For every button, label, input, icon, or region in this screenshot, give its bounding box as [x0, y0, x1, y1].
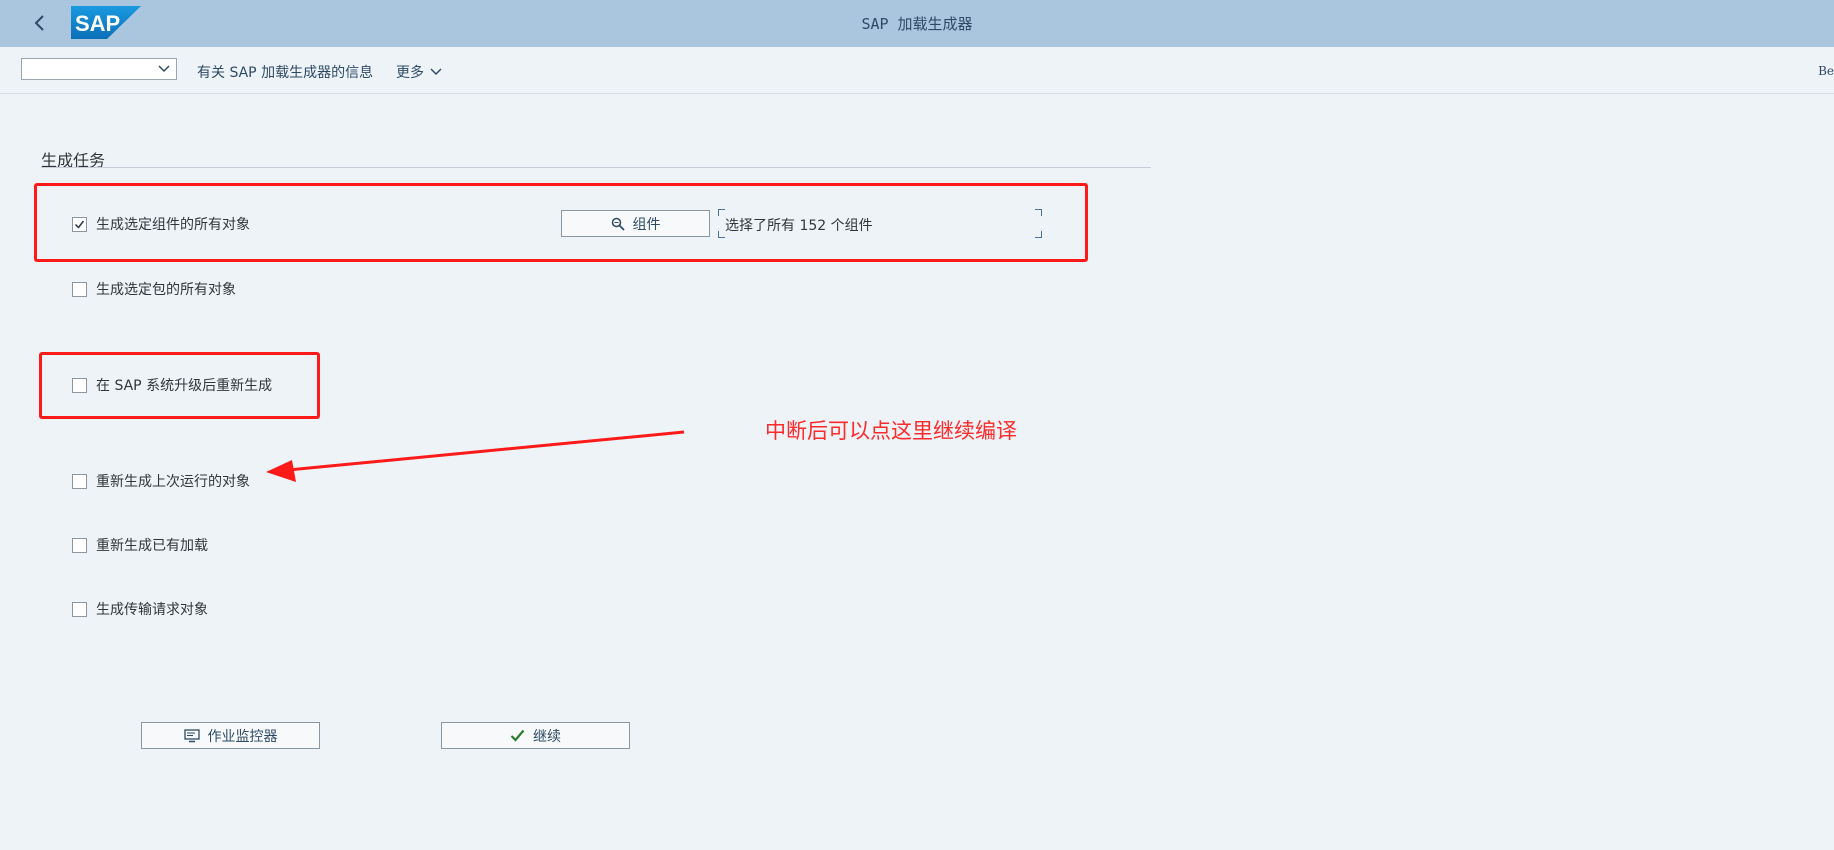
more-menu[interactable]: 更多 [396, 62, 442, 82]
annotation-text: 中断后可以点这里继续编译 [765, 419, 1017, 443]
app-title: SAP 加载生成器 [861, 15, 973, 33]
option-regenerate-existing-loads[interactable]: 重新生成已有加载 [72, 535, 208, 555]
checkbox[interactable] [72, 473, 87, 489]
more-label: 更多 [396, 65, 424, 81]
checkmark-icon [510, 729, 525, 742]
checkbox[interactable] [72, 601, 87, 617]
section-divider [41, 167, 1151, 168]
option-regenerate-last-run[interactable]: 重新生成上次运行的对象 [72, 471, 250, 491]
option-label: 生成传输请求对象 [96, 602, 208, 618]
checkbox[interactable] [72, 537, 87, 553]
chevron-down-icon [430, 68, 442, 76]
continue-label: 继续 [533, 728, 561, 745]
shell-bar: SAP SAP 加载生成器 [0, 0, 1834, 47]
toolbar: 有关 SAP 加载生成器的信息 更多 Be [0, 47, 1834, 94]
chevron-down-icon [158, 65, 170, 73]
checkbox[interactable] [72, 281, 87, 297]
option-selected-packages[interactable]: 生成选定包的所有对象 [72, 279, 236, 299]
info-link[interactable]: 有关 SAP 加载生成器的信息 [197, 62, 373, 82]
option-label: 重新生成上次运行的对象 [96, 474, 250, 490]
highlight-box-upgrade [39, 352, 320, 419]
option-transport-request-objects[interactable]: 生成传输请求对象 [72, 599, 208, 619]
monitor-icon [183, 728, 200, 742]
toolbar-truncated-text: Be [1818, 64, 1834, 78]
option-label: 重新生成已有加载 [96, 538, 208, 554]
job-monitor-button[interactable]: 作业监控器 [141, 722, 320, 749]
variant-select[interactable] [21, 58, 177, 80]
continue-button[interactable]: 继续 [441, 722, 630, 749]
job-monitor-label: 作业监控器 [207, 728, 278, 745]
highlight-box-components [34, 183, 1088, 262]
option-label: 生成选定包的所有对象 [96, 282, 236, 298]
